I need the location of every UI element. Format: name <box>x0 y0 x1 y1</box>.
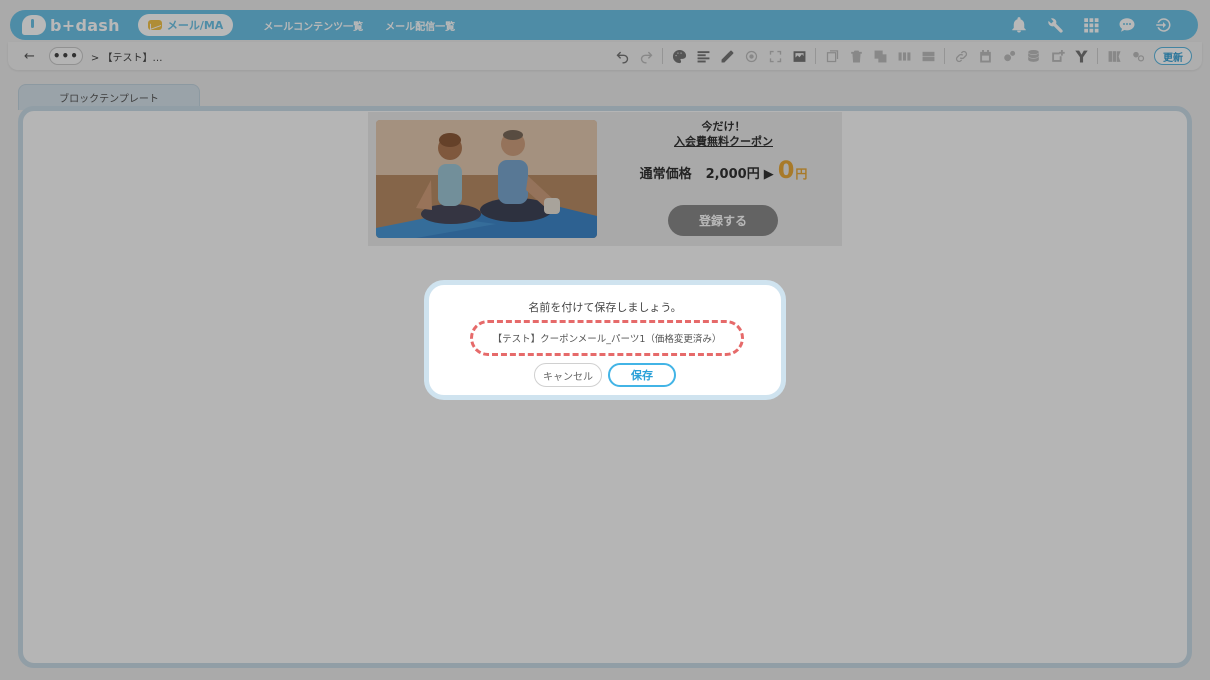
dialog-title: 名前を付けて保存しましょう。 <box>528 301 682 314</box>
template-name-input[interactable] <box>470 320 744 356</box>
save-button[interactable]: 保存 <box>608 363 676 387</box>
dialog-button-row: キャンセル 保存 <box>429 363 781 387</box>
cancel-button[interactable]: キャンセル <box>534 363 602 387</box>
save-name-dialog: 名前を付けて保存しましょう。 キャンセル 保存 <box>424 280 786 400</box>
